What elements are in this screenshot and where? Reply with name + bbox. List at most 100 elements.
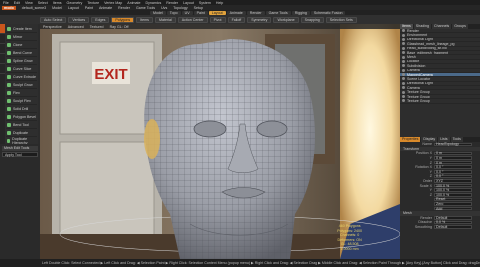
visibility-icon[interactable] bbox=[402, 95, 405, 99]
tool-button[interactable]: Flex bbox=[6, 89, 37, 97]
tool-button[interactable]: Curve Slice bbox=[6, 65, 37, 73]
properties-tab[interactable]: Properties bbox=[400, 137, 421, 142]
property-value[interactable]: 0 m bbox=[434, 156, 472, 160]
tool-button[interactable]: Mirror bbox=[6, 33, 37, 41]
tool-button[interactable]: Sculpt Grow bbox=[6, 81, 37, 89]
menu-item[interactable]: Edit bbox=[14, 1, 20, 5]
visibility-icon[interactable] bbox=[402, 51, 405, 55]
properties-tab[interactable]: Lists bbox=[438, 137, 450, 142]
layout-tab[interactable]: Render bbox=[246, 10, 265, 15]
visibility-icon[interactable] bbox=[402, 55, 405, 59]
menu-item[interactable]: Select bbox=[38, 1, 48, 5]
viewport-menu[interactable]: Perspective bbox=[43, 25, 62, 29]
visibility-icon[interactable] bbox=[402, 90, 405, 94]
visibility-icon[interactable] bbox=[402, 59, 405, 63]
toolbar-button[interactable]: Pivot bbox=[209, 16, 226, 23]
visibility-icon[interactable] bbox=[402, 86, 405, 90]
menu-item[interactable]: Geometry bbox=[67, 1, 83, 5]
property-value[interactable]: 0.0 ° bbox=[434, 170, 472, 174]
tool-button[interactable]: Curve Extrude bbox=[6, 73, 37, 81]
workspace-item[interactable]: Topology bbox=[173, 6, 187, 10]
visibility-icon[interactable] bbox=[402, 99, 405, 103]
list-item[interactable]: Texture Group bbox=[400, 99, 480, 104]
tool-button[interactable]: Clone bbox=[6, 41, 37, 49]
property-value[interactable]: XYZ bbox=[434, 179, 472, 183]
workspace-item[interactable]: Game Tools bbox=[136, 6, 155, 10]
menu-item[interactable]: Animate bbox=[127, 1, 140, 5]
property-value[interactable]: 0.0 % bbox=[434, 220, 472, 224]
visibility-icon[interactable] bbox=[402, 73, 405, 77]
workspace-item[interactable]: Setup bbox=[194, 6, 203, 10]
tool-button[interactable]: Spline Grow bbox=[6, 57, 37, 65]
visibility-icon[interactable] bbox=[402, 81, 405, 85]
menu-item[interactable]: Layout bbox=[183, 1, 194, 5]
property-value[interactable]: 0.0 ° bbox=[434, 174, 472, 178]
menu-item[interactable]: Texture bbox=[87, 1, 99, 5]
workspace-item[interactable]: Animate bbox=[99, 6, 112, 10]
menu-item[interactable]: Help bbox=[216, 1, 223, 5]
workspace-item[interactable]: Paint bbox=[85, 6, 93, 10]
viewport-menu[interactable]: Ray GL: Off bbox=[110, 25, 129, 29]
toolbar-button[interactable]: Items bbox=[136, 16, 153, 23]
toolbar-button[interactable]: Workplane bbox=[273, 16, 299, 23]
tool-button[interactable]: Bend Curve bbox=[6, 49, 37, 57]
properties-tab[interactable]: Tools bbox=[450, 137, 463, 142]
layout-tab[interactable]: Topo bbox=[166, 10, 181, 15]
property-value[interactable]: Add bbox=[434, 207, 472, 211]
property-value[interactable]: Reset bbox=[434, 197, 472, 201]
visibility-icon[interactable] bbox=[402, 37, 405, 41]
viewport-menu[interactable]: Advanced bbox=[68, 25, 84, 29]
menu-item[interactable]: Render bbox=[166, 1, 178, 5]
panel-tab[interactable]: Channels bbox=[432, 24, 452, 29]
toolbar-button[interactable]: Selection Sets bbox=[325, 16, 357, 23]
menu-item[interactable]: Vertex Map bbox=[104, 1, 122, 5]
menu-item[interactable]: Items bbox=[53, 1, 62, 5]
tool-button[interactable]: Solid Drill bbox=[6, 105, 37, 113]
property-value[interactable]: 0 m bbox=[434, 161, 472, 165]
workspace-item[interactable]: Uvs bbox=[161, 6, 167, 10]
layout-tab[interactable]: Model bbox=[150, 10, 166, 15]
tool-button[interactable]: Bend Tool bbox=[6, 121, 37, 129]
property-value[interactable]: 100.0 % bbox=[434, 193, 472, 197]
workspace-item[interactable]: Layout bbox=[68, 6, 79, 10]
layout-tab[interactable]: Game Tools bbox=[265, 10, 291, 15]
visibility-icon[interactable] bbox=[402, 46, 405, 50]
visibility-icon[interactable] bbox=[402, 42, 405, 46]
visibility-icon[interactable] bbox=[402, 33, 405, 37]
property-value[interactable]: Default bbox=[434, 216, 472, 220]
apply-tool-field[interactable]: Apply Tool bbox=[2, 152, 38, 157]
layout-tab[interactable]: UV bbox=[181, 10, 193, 15]
menu-item[interactable]: View bbox=[25, 1, 33, 5]
menu-item[interactable]: File bbox=[3, 1, 9, 5]
visibility-icon[interactable] bbox=[402, 64, 405, 68]
properties-tab[interactable]: Display bbox=[421, 137, 438, 142]
tool-button[interactable]: Polygon Bevel bbox=[6, 113, 37, 121]
property-value[interactable]: 0.0 ° bbox=[434, 165, 472, 169]
toolbar-button[interactable]: Snapping bbox=[300, 16, 324, 23]
menu-item[interactable]: Dynamics bbox=[145, 1, 161, 5]
tool-button[interactable]: Sculpt Flex bbox=[6, 97, 37, 105]
layout-tab[interactable]: Paint bbox=[193, 10, 208, 15]
property-value[interactable]: 100.0 % bbox=[434, 184, 472, 188]
workspace-item[interactable]: Render bbox=[118, 6, 130, 10]
layout-tab[interactable]: Layout bbox=[208, 10, 226, 15]
property-value[interactable]: Default bbox=[434, 225, 472, 229]
viewport-menu[interactable]: Textured bbox=[90, 25, 104, 29]
workspace-item[interactable]: default_scene3 bbox=[22, 6, 46, 10]
property-value[interactable]: Zero bbox=[434, 202, 472, 206]
toolbar-button[interactable]: Polygons bbox=[111, 16, 135, 23]
property-value[interactable]: 100.0 % bbox=[434, 188, 472, 192]
toolbar-button[interactable]: Edges bbox=[91, 16, 110, 23]
tool-button[interactable]: Create Item bbox=[6, 25, 37, 33]
visibility-icon[interactable] bbox=[402, 68, 405, 72]
3d-viewport[interactable]: Perspective Advanced Textured Ray GL: Off E… bbox=[40, 24, 400, 259]
toolbar-button[interactable]: Auto Select bbox=[40, 16, 67, 23]
menu-item[interactable]: System bbox=[199, 1, 211, 5]
panel-tab[interactable]: Groups bbox=[452, 24, 468, 29]
property-value[interactable]: 0 m bbox=[434, 151, 472, 155]
layout-tab[interactable]: Animate bbox=[226, 10, 246, 15]
layout-tab[interactable]: Schematic Fusion bbox=[310, 10, 346, 15]
name-field[interactable]: HeadTopology bbox=[434, 142, 472, 146]
toolbar-button[interactable]: Symmetry bbox=[247, 16, 272, 23]
toolbar-button[interactable]: Vertices bbox=[68, 16, 90, 23]
